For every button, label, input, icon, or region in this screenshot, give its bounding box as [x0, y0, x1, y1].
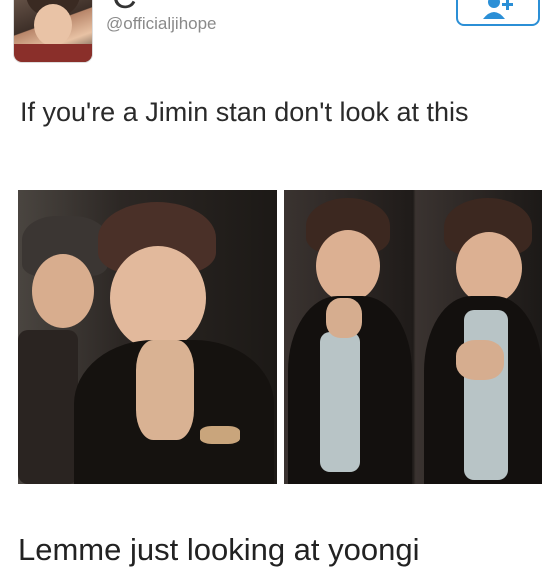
avatar[interactable] — [14, 0, 92, 62]
photo-figure — [464, 310, 508, 480]
photo-figure — [456, 232, 522, 304]
follow-button[interactable] — [456, 0, 540, 26]
tweet-photo-2[interactable] — [284, 190, 542, 484]
next-post-text: Lemme just looking at yoongi — [18, 532, 420, 567]
add-user-icon — [483, 0, 513, 19]
photo-figure — [200, 426, 240, 444]
user-handle[interactable]: @officialjihope — [106, 14, 217, 34]
tweet-header: C @officialjihope — [0, 0, 560, 70]
photo-figure — [18, 330, 78, 484]
photo-figure — [456, 340, 504, 380]
photo-figure — [110, 246, 206, 350]
photo-figure — [136, 340, 194, 440]
avatar-face — [34, 4, 72, 46]
photo-figure — [326, 298, 362, 338]
photo-figure — [32, 254, 94, 328]
avatar-shirt — [14, 44, 92, 62]
photo-figure — [320, 332, 360, 472]
tweet-text: If you're a Jimin stan don't look at thi… — [20, 97, 469, 127]
photo-figure — [316, 230, 380, 302]
tweet-photo-1[interactable] — [18, 190, 277, 484]
